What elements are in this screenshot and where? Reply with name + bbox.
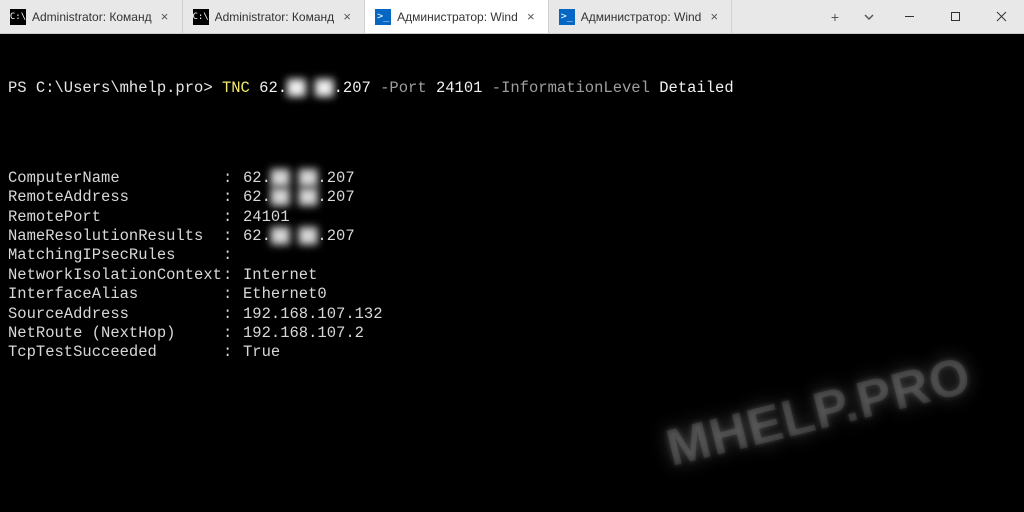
minimize-icon: [904, 11, 915, 22]
cmd-flag-info: -InformationLevel: [492, 79, 650, 97]
command-line: PS C:\Users\mhelp.pro> TNC 62.██ ██.207 …: [8, 79, 1016, 98]
output-value: 62.██ ██.207: [243, 227, 355, 246]
cmd-level: Detailed: [659, 79, 733, 97]
tab-close-button[interactable]: ×: [707, 10, 721, 24]
output-key: RemoteAddress: [8, 188, 223, 207]
output-row: RemotePort: 24101: [8, 208, 1016, 227]
output-key: RemotePort: [8, 208, 223, 227]
output-row: InterfaceAlias: Ethernet0: [8, 285, 1016, 304]
output-colon: :: [223, 188, 243, 207]
cmd-icon: C:\: [193, 9, 209, 25]
output-block: ComputerName: 62.██ ██.207RemoteAddress:…: [8, 169, 1016, 363]
tab-close-button[interactable]: ×: [158, 10, 172, 24]
chevron-down-icon: [863, 11, 875, 23]
output-colon: :: [223, 246, 243, 265]
cmd-ip-pre: 62.: [259, 79, 287, 97]
output-value: 62.██ ██.207: [243, 169, 355, 188]
cmd-flag-port: -Port: [380, 79, 427, 97]
powershell-icon: >_: [375, 9, 391, 25]
tab[interactable]: >_ Администратор: Wind ×: [549, 0, 733, 33]
output-key: NetworkIsolationContext: [8, 266, 223, 285]
tab[interactable]: >_ Администратор: Wind ×: [365, 0, 549, 33]
output-value: 192.168.107.2: [243, 324, 364, 343]
tab-close-button[interactable]: ×: [524, 10, 538, 24]
title-bar: C:\ Administrator: Команд × C:\ Administrato…: [0, 0, 1024, 34]
output-row: MatchingIPsecRules:: [8, 246, 1016, 265]
output-colon: :: [223, 343, 243, 362]
tab-label: Administrator: Команд: [215, 10, 335, 24]
output-colon: :: [223, 227, 243, 246]
output-row: RemoteAddress: 62.██ ██.207: [8, 188, 1016, 207]
tab-label: Администратор: Wind: [397, 10, 518, 24]
output-key: ComputerName: [8, 169, 223, 188]
output-colon: :: [223, 324, 243, 343]
prompt: PS C:\Users\mhelp.pro>: [8, 79, 213, 97]
tab-controls: +: [818, 0, 886, 33]
maximize-icon: [950, 11, 961, 22]
tab-label: Administrator: Команд: [32, 10, 152, 24]
output-key: NetRoute (NextHop): [8, 324, 223, 343]
output-value: True: [243, 343, 280, 362]
maximize-button[interactable]: [932, 0, 978, 33]
output-colon: :: [223, 305, 243, 324]
cmd-exe: TNC: [222, 79, 250, 97]
close-icon: [996, 11, 1007, 22]
output-colon: :: [223, 285, 243, 304]
close-button[interactable]: [978, 0, 1024, 33]
cmd-ip-blurred: ██ ██: [287, 79, 334, 97]
tab-strip: C:\ Administrator: Команд × C:\ Administrato…: [0, 0, 818, 33]
terminal-pane[interactable]: PS C:\Users\mhelp.pro> TNC 62.██ ██.207 …: [0, 34, 1024, 512]
cmd-port: 24101: [436, 79, 483, 97]
powershell-icon: >_: [559, 9, 575, 25]
output-colon: :: [223, 169, 243, 188]
output-row: NameResolutionResults: 62.██ ██.207: [8, 227, 1016, 246]
output-row: SourceAddress: 192.168.107.132: [8, 305, 1016, 324]
output-value: 62.██ ██.207: [243, 188, 355, 207]
output-value: 24101: [243, 208, 290, 227]
output-key: NameResolutionResults: [8, 227, 223, 246]
output-key: MatchingIPsecRules: [8, 246, 223, 265]
cmd-icon: C:\: [10, 9, 26, 25]
output-value: 192.168.107.132: [243, 305, 383, 324]
output-value: Ethernet0: [243, 285, 327, 304]
output-key: InterfaceAlias: [8, 285, 223, 304]
output-row: ComputerName: 62.██ ██.207: [8, 169, 1016, 188]
tab-close-button[interactable]: ×: [340, 10, 354, 24]
output-key: TcpTestSucceeded: [8, 343, 223, 362]
output-row: NetRoute (NextHop): 192.168.107.2: [8, 324, 1016, 343]
output-colon: :: [223, 266, 243, 285]
minimize-button[interactable]: [886, 0, 932, 33]
tab-menu-button[interactable]: [852, 11, 886, 23]
output-row: NetworkIsolationContext: Internet: [8, 266, 1016, 285]
window-controls: [886, 0, 1024, 33]
tab[interactable]: C:\ Administrator: Команд ×: [0, 0, 183, 33]
output-value: Internet: [243, 266, 317, 285]
tab[interactable]: C:\ Administrator: Команд ×: [183, 0, 366, 33]
new-tab-button[interactable]: +: [818, 9, 852, 25]
cmd-ip-post: .207: [334, 79, 371, 97]
output-row: TcpTestSucceeded: True: [8, 343, 1016, 362]
tab-label: Администратор: Wind: [581, 10, 702, 24]
output-key: SourceAddress: [8, 305, 223, 324]
output-colon: :: [223, 208, 243, 227]
